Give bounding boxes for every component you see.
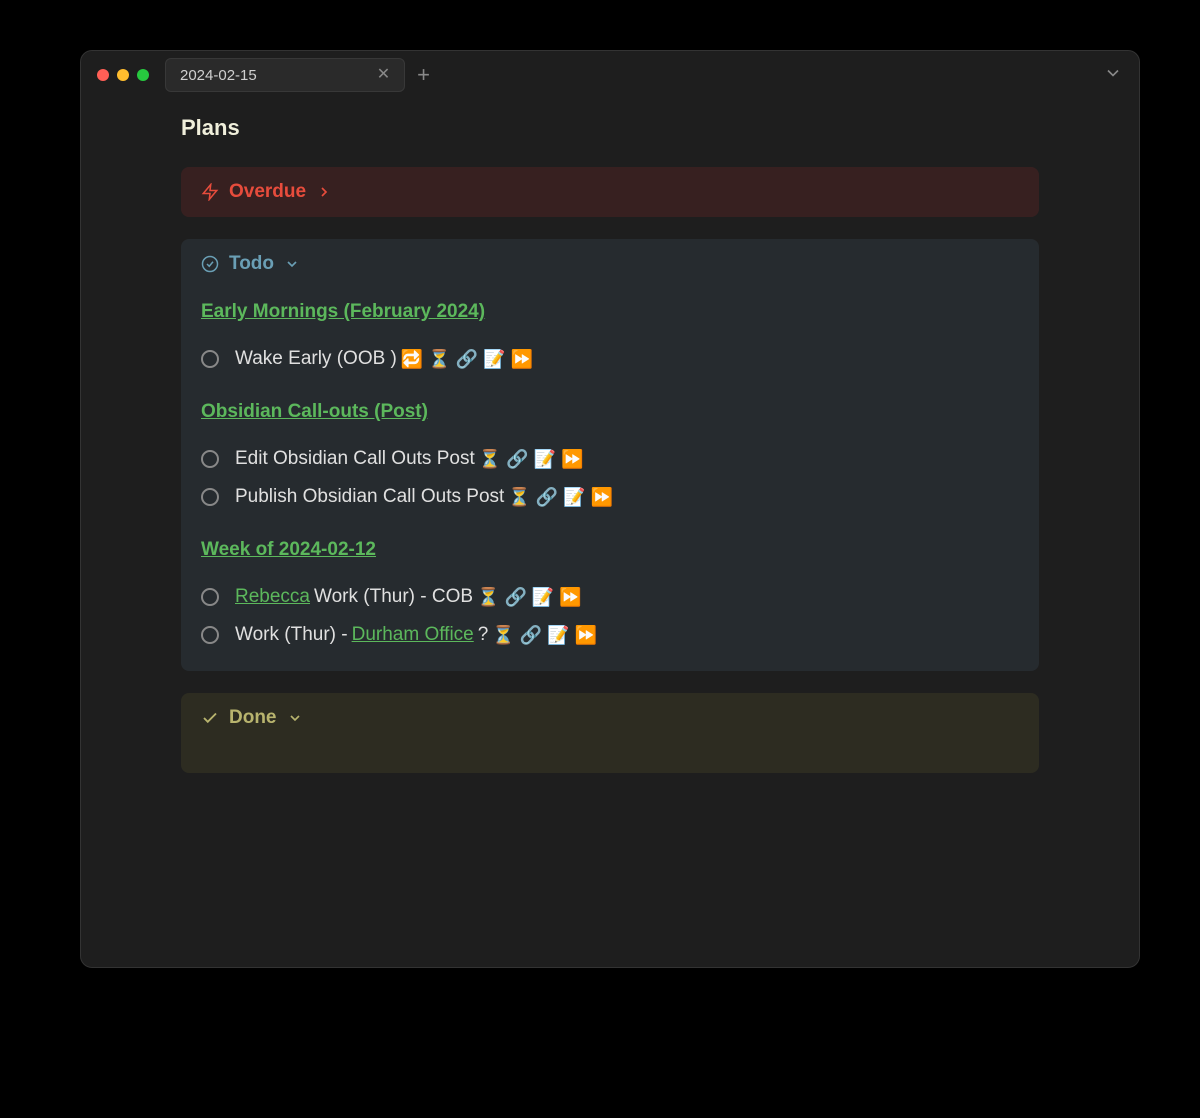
task-icons: ⏳ 🔗 📝 ⏩: [492, 625, 597, 646]
task-item: Publish Obsidian Call Outs Post ⏳ 🔗 📝 ⏩: [201, 481, 1019, 513]
task-text: Publish Obsidian Call Outs Post ⏳ 🔗 📝 ⏩: [235, 486, 613, 508]
new-tab-button[interactable]: +: [417, 64, 430, 86]
maximize-window-button[interactable]: [137, 69, 149, 81]
task-link-rebecca[interactable]: Rebecca: [235, 586, 310, 608]
check-icon: [201, 709, 219, 727]
task-item: Wake Early (OOB ) 🔁 ⏳ 🔗 📝 ⏩: [201, 343, 1019, 375]
callout-todo: Todo Early Mornings (February 2024) Wake…: [181, 239, 1039, 671]
task-checkbox[interactable]: [201, 350, 219, 368]
task-text: Work (Thur) - Durham Office? ⏳ 🔗 📝 ⏩: [235, 624, 597, 646]
task-link-durham-office[interactable]: Durham Office: [352, 624, 474, 646]
task-group: Obsidian Call-outs (Post) Edit Obsidian …: [201, 401, 1019, 513]
group-link-obsidian-callouts[interactable]: Obsidian Call-outs (Post): [201, 401, 428, 423]
callout-todo-header[interactable]: Todo: [201, 253, 1019, 275]
traffic-lights: [97, 69, 149, 81]
task-icons: 🔁 ⏳ 🔗 📝 ⏩: [401, 349, 533, 370]
callout-done: Done: [181, 693, 1039, 773]
task-group: Week of 2024-02-12 Rebecca Work (Thur) -…: [201, 539, 1019, 651]
task-text: Rebecca Work (Thur) - COB ⏳ 🔗 📝 ⏩: [235, 586, 582, 608]
task-item: Edit Obsidian Call Outs Post ⏳ 🔗 📝 ⏩: [201, 443, 1019, 475]
check-circle-icon: [201, 255, 219, 273]
callout-done-title: Done: [229, 707, 277, 729]
task-group: Early Mornings (February 2024) Wake Earl…: [201, 301, 1019, 375]
task-icons: ⏳ 🔗 📝 ⏩: [479, 449, 584, 470]
task-item: Work (Thur) - Durham Office? ⏳ 🔗 📝 ⏩: [201, 619, 1019, 651]
close-window-button[interactable]: [97, 69, 109, 81]
task-icons: ⏳ 🔗 📝 ⏩: [508, 487, 613, 508]
tab-title: 2024-02-15: [180, 67, 257, 84]
content-area: Plans Overdue Todo: [81, 99, 1139, 819]
titlebar: 2024-02-15 ✕ +: [81, 51, 1139, 99]
close-tab-button[interactable]: ✕: [377, 67, 390, 83]
task-text: Edit Obsidian Call Outs Post ⏳ 🔗 📝 ⏩: [235, 448, 583, 470]
task-checkbox[interactable]: [201, 588, 219, 606]
callout-overdue: Overdue: [181, 167, 1039, 217]
group-link-early-mornings[interactable]: Early Mornings (February 2024): [201, 301, 485, 323]
task-icons: ⏳ 🔗 📝 ⏩: [477, 587, 582, 608]
tab-dropdown-button[interactable]: [1103, 70, 1123, 87]
task-checkbox[interactable]: [201, 488, 219, 506]
callout-overdue-title: Overdue: [229, 181, 306, 203]
group-link-week[interactable]: Week of 2024-02-12: [201, 539, 376, 561]
tab[interactable]: 2024-02-15 ✕: [165, 58, 405, 92]
task-item: Rebecca Work (Thur) - COB ⏳ 🔗 📝 ⏩: [201, 581, 1019, 613]
task-checkbox[interactable]: [201, 450, 219, 468]
chevron-right-icon: [316, 184, 332, 200]
callout-done-header[interactable]: Done: [201, 707, 1019, 729]
task-checkbox[interactable]: [201, 626, 219, 644]
app-window: 2024-02-15 ✕ + Plans Overdue: [80, 50, 1140, 968]
minimize-window-button[interactable]: [117, 69, 129, 81]
chevron-down-icon: [284, 256, 300, 272]
callout-todo-title: Todo: [229, 253, 274, 275]
lightning-icon: [201, 183, 219, 201]
page-title: Plans: [181, 115, 1039, 141]
callout-overdue-header[interactable]: Overdue: [201, 181, 1019, 203]
task-text: Wake Early (OOB ) 🔁 ⏳ 🔗 📝 ⏩: [235, 348, 533, 370]
chevron-down-icon: [287, 710, 303, 726]
